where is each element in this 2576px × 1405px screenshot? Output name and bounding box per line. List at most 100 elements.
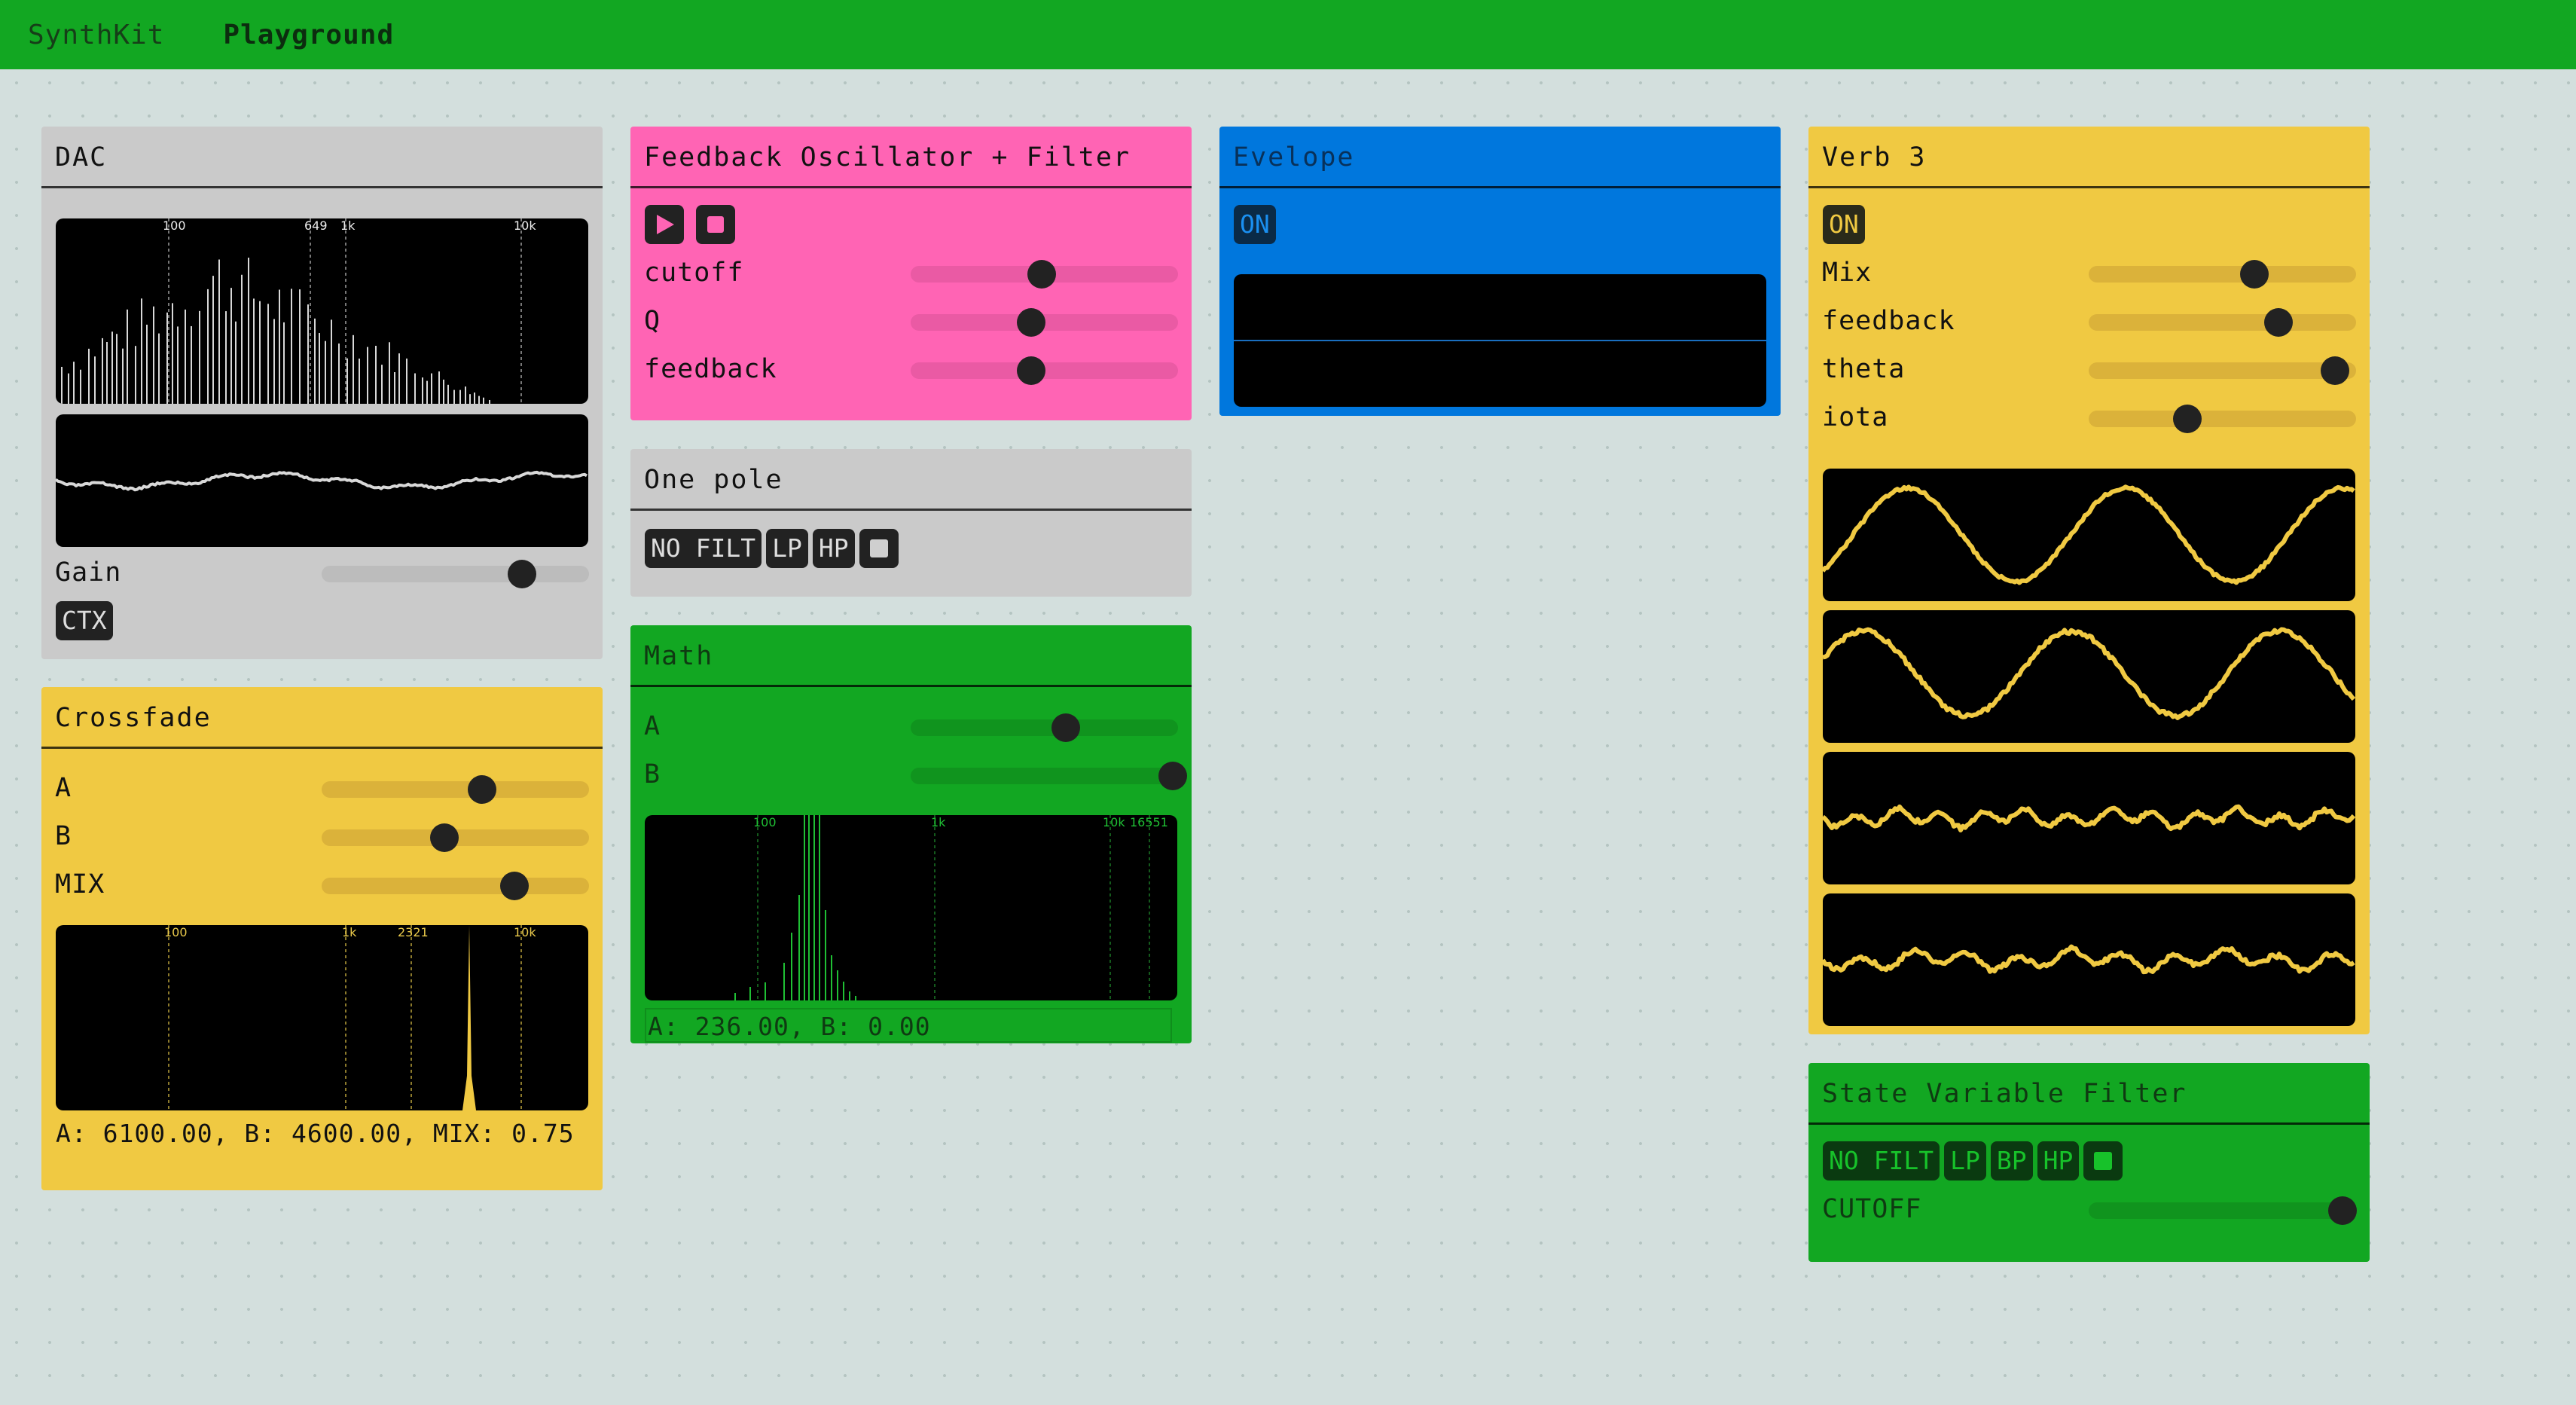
spectrum-tick: 16551 — [1130, 815, 1168, 829]
square-button[interactable] — [2083, 1141, 2123, 1181]
q-slider[interactable] — [911, 308, 1178, 337]
crossfade-panel: Crossfade A B MIX 100 1k 2321 10k A: 610… — [41, 687, 603, 1190]
waveform-scope — [1823, 469, 2355, 601]
math-readout: A: 236.00, B: 0.00 — [645, 1008, 1172, 1043]
lp-button[interactable]: LP — [1944, 1141, 1986, 1181]
slider-knob[interactable] — [1051, 713, 1080, 742]
envelope-scope — [1234, 274, 1766, 407]
waveform-scope — [1823, 610, 2355, 743]
spectrum-tick: 100 — [163, 218, 186, 233]
cutoff-slider[interactable] — [2089, 1196, 2358, 1225]
lp-button[interactable]: LP — [766, 529, 808, 568]
spectrum-tick: 100 — [164, 925, 188, 939]
no-filt-button[interactable]: NO FILT — [645, 529, 762, 568]
slider-knob[interactable] — [2328, 1196, 2358, 1225]
a-slider[interactable] — [911, 713, 1178, 742]
on-button[interactable]: ON — [1823, 205, 1865, 244]
slider-knob[interactable] — [1158, 762, 1187, 790]
svf-panel: State Variable Filter NO FILT LP BP HP CUTO… — [1808, 1063, 2370, 1262]
slider-knob[interactable] — [1016, 308, 1045, 337]
spectrum-tick: 100 — [753, 815, 777, 829]
play-icon — [657, 215, 674, 234]
slider-label-cutoff: cutoff — [644, 258, 744, 288]
square-icon — [869, 539, 888, 557]
panel-title: DAC — [41, 127, 603, 188]
slider-label-a: A — [55, 773, 72, 803]
verb-panel: Verb 3 ON Mix feedback theta iota — [1808, 127, 2370, 1034]
panel-title: Feedback Oscillator + Filter — [630, 127, 1192, 188]
slider-knob[interactable] — [468, 775, 496, 804]
bp-button[interactable]: BP — [1990, 1141, 2033, 1181]
stop-icon — [707, 216, 724, 233]
envelope-panel: Evelope ON — [1219, 127, 1781, 416]
slider-knob[interactable] — [508, 560, 537, 588]
slider-label-b: B — [55, 821, 72, 851]
waveform-scope — [1823, 893, 2355, 1026]
feedback-slider[interactable] — [911, 356, 1178, 385]
slider-label-iota: iota — [1822, 402, 1889, 432]
no-filt-button[interactable]: NO FILT — [1823, 1141, 1940, 1181]
panel-title: One pole — [630, 449, 1192, 511]
mix-slider[interactable] — [2089, 260, 2356, 289]
square-icon — [2094, 1152, 2113, 1170]
spectrum-analyzer: 100 1k 2321 10k — [56, 925, 588, 1110]
spectrum-tick: 1k — [931, 815, 946, 829]
mix-slider[interactable] — [322, 872, 589, 900]
hp-button[interactable]: HP — [812, 529, 855, 568]
tab-playground[interactable]: Playground — [223, 20, 394, 50]
stop-button[interactable] — [695, 205, 735, 244]
spectrum-analyzer: 100 1k 10k 16551 — [645, 815, 1177, 1000]
one-pole-panel: One pole NO FILT LP HP — [630, 449, 1192, 597]
slider-knob[interactable] — [499, 872, 529, 900]
panel-title: State Variable Filter — [1808, 1063, 2370, 1125]
slider-knob[interactable] — [2264, 308, 2294, 337]
on-button[interactable]: ON — [1234, 205, 1276, 244]
top-bar: SynthKit Playground — [0, 0, 2576, 69]
panel-title: Verb 3 — [1808, 127, 2370, 188]
cutoff-slider[interactable] — [911, 260, 1178, 289]
slider-knob[interactable] — [2173, 405, 2202, 433]
spectrum-tick: 10k — [514, 925, 536, 939]
gain-slider[interactable] — [322, 560, 589, 588]
slider-knob[interactable] — [1016, 356, 1045, 385]
slider-label-feedback: feedback — [1822, 306, 1955, 336]
slider-label-theta: theta — [1822, 354, 1906, 384]
panel-title: Crossfade — [41, 687, 603, 749]
theta-slider[interactable] — [2089, 356, 2356, 385]
slider-label-mix: MIX — [55, 869, 105, 900]
b-slider[interactable] — [322, 823, 589, 852]
slider-knob[interactable] — [1027, 260, 1056, 289]
b-slider[interactable] — [911, 762, 1187, 790]
spectrum-tick: 10k — [514, 218, 536, 233]
slider-label-mix: Mix — [1822, 258, 1872, 288]
waveform-scope — [1823, 752, 2355, 884]
slider-knob[interactable] — [2240, 260, 2269, 289]
a-slider[interactable] — [322, 775, 589, 804]
slider-label-q: Q — [644, 306, 661, 336]
slider-knob[interactable] — [430, 823, 459, 852]
gain-label: Gain — [55, 557, 122, 588]
slider-label-b: B — [644, 759, 661, 790]
crossfade-readout: A: 6100.00, B: 4600.00, MIX: 0.75 — [56, 1119, 575, 1148]
dac-panel: DAC 100 649 1k 10k Gain CTX — [41, 127, 603, 659]
app-brand[interactable]: SynthKit — [28, 20, 164, 50]
spectrum-tick: 2321 — [398, 925, 429, 939]
spectrum-tick: 10k — [1103, 815, 1125, 829]
slider-knob[interactable] — [2320, 356, 2349, 385]
iota-slider[interactable] — [2089, 405, 2356, 433]
spectrum-analyzer: 100 649 1k 10k — [56, 218, 588, 404]
cutoff-label: CUTOFF — [1822, 1194, 1922, 1224]
feedback-oscillator-panel: Feedback Oscillator + Filter cutoff Q fe… — [630, 127, 1192, 420]
square-button[interactable] — [859, 529, 899, 568]
feedback-slider[interactable] — [2089, 308, 2356, 337]
spectrum-tick: 1k — [342, 925, 357, 939]
spectrum-tick: 1k — [340, 218, 356, 233]
waveform-scope — [56, 414, 588, 547]
play-button[interactable] — [645, 205, 684, 244]
hp-button[interactable]: HP — [2037, 1141, 2080, 1181]
slider-label-feedback: feedback — [644, 354, 777, 384]
spectrum-tick: 649 — [304, 218, 328, 233]
ctx-button[interactable]: CTX — [56, 601, 113, 640]
slider-label-a: A — [644, 711, 661, 741]
panel-title: Math — [630, 625, 1192, 687]
